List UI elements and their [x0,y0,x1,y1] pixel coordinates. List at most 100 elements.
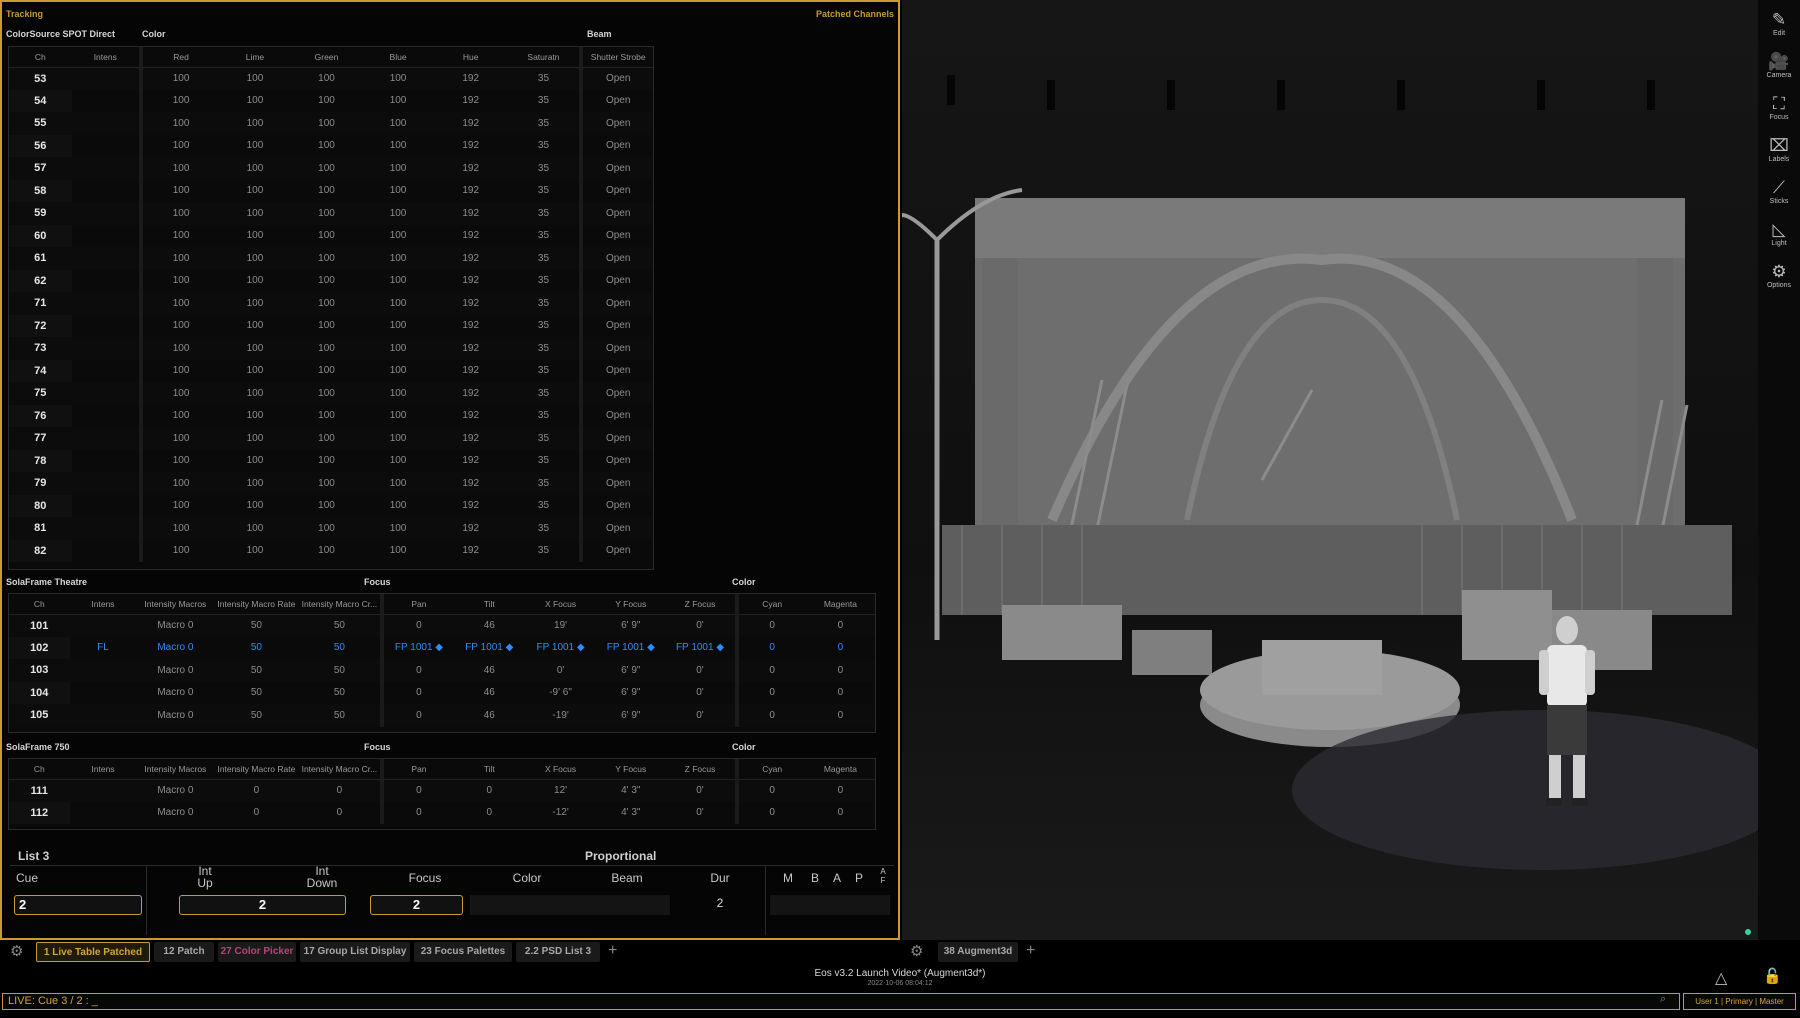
column-header[interactable]: Saturatn [507,47,582,68]
table-cell[interactable]: 35 [507,427,582,450]
table-cell[interactable]: 0 [734,659,806,682]
table-cell[interactable]: 100 [362,135,434,158]
table-cell[interactable]: 100 [219,517,291,540]
table-row[interactable]: 60 100 100 100 100 192 35 Open [9,224,653,248]
table-row[interactable]: 53 100 100 100 100 192 35 Open [9,67,653,90]
table-cell[interactable]: 0 [380,801,454,824]
table-cell[interactable]: 35 [507,247,582,270]
table-cell[interactable]: 100 [138,269,220,292]
table-cell[interactable]: Open [579,112,653,135]
table-cell[interactable]: 35 [508,360,582,383]
table-cell[interactable]: 4' 3" [596,779,666,802]
table-cell[interactable]: 35 [508,405,582,428]
table-cell[interactable] [72,360,141,383]
table-row[interactable]: 59 100 100 100 100 192 35 Open [9,202,653,225]
table-cell[interactable] [69,704,137,727]
table-cell[interactable]: FP 1001 ◆ [454,637,525,660]
tab-1[interactable]: 12 Patch [154,942,214,962]
table-cell[interactable]: 0 [805,659,875,682]
table-cell[interactable]: Open [579,89,653,112]
channel-number[interactable]: 62 [9,269,72,292]
table-cell[interactable]: 50 [214,659,299,682]
table-row[interactable]: 79 100 100 100 100 192 35 Open [9,472,653,495]
column-header[interactable]: X Focus [524,594,597,615]
table-cell[interactable]: 0 [806,637,875,660]
table-cell[interactable] [71,247,141,270]
table-row[interactable]: 103 Macro 0 50 50 0 46 0' 6' 9" 0' 0 0 [9,659,875,682]
table-cell[interactable]: 100 [291,135,363,158]
table-cell[interactable]: 100 [219,337,291,360]
table-cell[interactable]: 35 [507,67,582,90]
table-cell[interactable]: Open [579,269,653,292]
table-cell[interactable]: 192 [434,405,508,428]
table-cell[interactable]: Macro 0 [136,704,215,727]
table-cell[interactable] [72,540,141,563]
table-cell[interactable]: 192 [434,495,508,518]
channel-number[interactable]: 82 [9,539,72,562]
table-cell[interactable]: 100 [362,472,434,495]
table-cell[interactable]: -9' 6" [525,682,596,705]
table-cell[interactable]: 100 [219,292,291,315]
table-cell[interactable]: 192 [434,180,508,203]
column-header[interactable]: Z Focus [665,759,737,780]
table-row[interactable]: 61 100 100 100 100 192 35 Open [9,247,653,270]
table-cell[interactable]: 100 [138,292,220,315]
table-cell[interactable]: 0 [734,801,806,824]
table-cell[interactable]: 192 [433,112,508,135]
table-cell[interactable]: 192 [434,360,508,383]
channel-number[interactable]: 78 [9,449,72,472]
solaframe-750-table[interactable]: Ch Intens Intensity Macros Intensity Macro … [9,759,875,824]
table-cell[interactable]: 100 [219,157,291,180]
column-header[interactable]: Shutter Strobe [579,47,653,68]
table-cell[interactable]: 100 [219,405,291,428]
table-cell[interactable]: 35 [507,472,582,495]
table-cell[interactable]: Open [579,134,653,157]
table-cell[interactable]: FP 1001 ◆ [380,636,454,659]
colorsource-table[interactable]: Ch Intens Red Lime Green Blue Hue Saturatn Shutt… [9,47,653,562]
table-cell[interactable]: 35 [508,225,582,248]
column-header[interactable]: Lime [219,47,291,68]
table-cell[interactable]: 100 [138,449,220,472]
unlock-icon[interactable]: 🔓 [1763,967,1782,985]
gear-icon-right[interactable]: ⚙ [910,942,923,962]
table-cell[interactable] [72,450,141,473]
table-cell[interactable]: 100 [290,337,363,360]
table-cell[interactable]: Open [579,472,653,495]
table-cell[interactable]: 0' [665,802,736,825]
table-cell[interactable]: 50 [298,637,382,660]
column-header[interactable]: Intensity Macro Rate [214,759,299,780]
table-cell[interactable]: 192 [433,292,508,315]
gear-icon[interactable]: ⚙ [10,942,23,962]
table-cell[interactable]: 100 [219,360,291,383]
table-cell[interactable]: 46 [454,682,525,705]
table-cell[interactable] [71,67,141,90]
table-cell[interactable]: Open [579,404,653,427]
channel-number[interactable]: 81 [9,517,72,540]
table-cell[interactable]: 19' [524,614,597,637]
table-row[interactable]: 55 100 100 100 100 192 35 Open [9,112,653,135]
table-cell[interactable]: 50 [214,614,299,637]
table-cell[interactable]: 100 [138,134,220,157]
table-cell[interactable]: 100 [138,67,220,90]
table-cell[interactable]: Macro 0 [136,614,215,637]
table-cell[interactable]: 0 [380,779,454,802]
toolbar-light-button[interactable]: ◺ Light [1758,220,1800,247]
table-cell[interactable]: Macro 0 [136,659,215,682]
table-cell[interactable]: Macro 0 [136,802,214,825]
table-cell[interactable]: 0' [665,779,737,802]
table-cell[interactable] [70,802,137,825]
table-cell[interactable]: 192 [433,517,508,540]
table-cell[interactable]: 100 [138,472,220,495]
table-cell[interactable]: 192 [434,225,508,248]
column-header[interactable]: Ch [9,759,70,780]
table-cell[interactable]: 0 [453,779,525,802]
channel-number[interactable]: 112 [9,801,70,824]
column-header[interactable]: Intensity Macros [136,759,215,780]
table-row[interactable]: 71 100 100 100 100 192 35 Open [9,292,653,315]
focus-field[interactable]: 2 [370,895,463,915]
column-header[interactable]: X Focus [524,759,597,780]
channel-number[interactable]: 56 [9,134,72,157]
column-header[interactable]: Z Focus [665,594,737,615]
table-cell[interactable]: 100 [219,90,291,113]
table-cell[interactable]: Open [579,539,653,562]
